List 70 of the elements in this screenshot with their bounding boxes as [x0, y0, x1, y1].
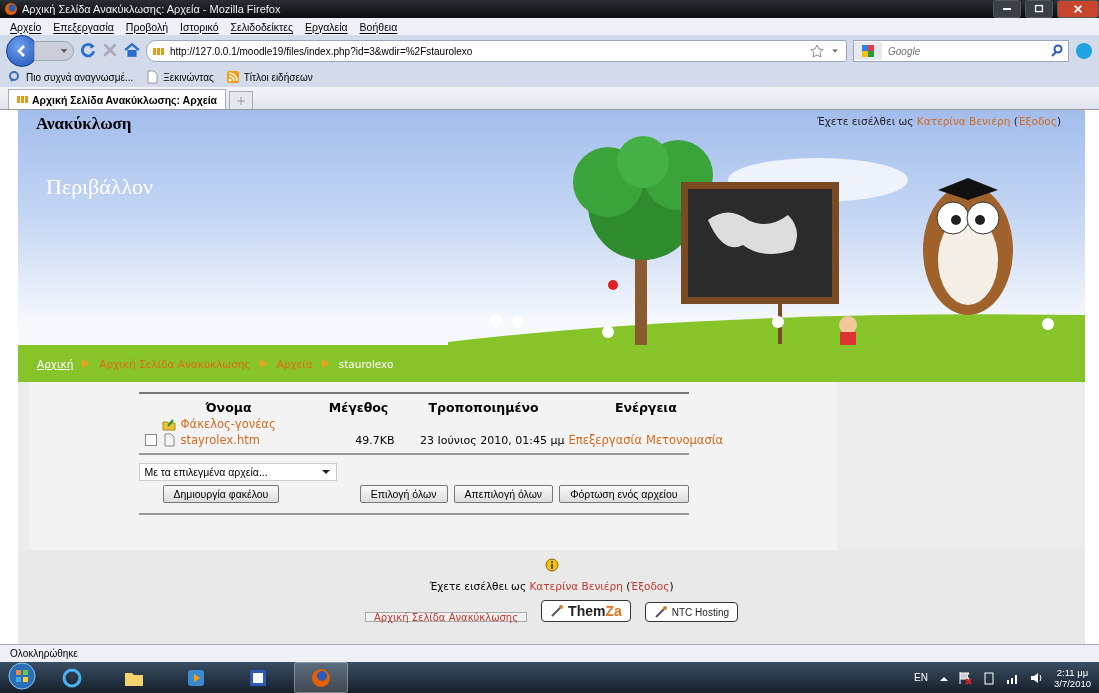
banner-title: Περιβάλλον	[46, 174, 154, 200]
clock-time: 2:11 μμ	[1056, 666, 1089, 678]
login-status-text: Έχετε εισέλθει ως Κατερίνα Βενιέρη (Έξοδος)	[429, 580, 674, 592]
maximize-button[interactable]	[1025, 0, 1053, 18]
sponsor-logo[interactable]: ThemZa	[541, 600, 631, 622]
play-icon	[186, 667, 206, 688]
column-header: Τροποποιημένο	[427, 400, 540, 415]
search-icon	[8, 70, 22, 84]
menu-item[interactable]: Αρχείο	[10, 20, 42, 33]
bookmark-link[interactable]: Τίτλοι ειδήσεων	[225, 70, 313, 84]
page-icon	[145, 70, 160, 84]
action-button[interactable]: Δημιουργία φακέλου	[162, 485, 280, 503]
file-icon	[161, 433, 176, 447]
logout-link[interactable]: Έξοδος	[630, 580, 670, 592]
close-icon	[1072, 3, 1084, 15]
menu-item[interactable]: Επεξεργασία	[53, 20, 114, 33]
bookmark-link[interactable]: Πιο συχνά αναγνωσμέ...	[8, 70, 134, 84]
stop-icon	[102, 41, 118, 58]
search-engine-icon	[861, 44, 875, 58]
maximize-icon	[1033, 3, 1045, 15]
file-modified-date: 23 Ιούνιος 2010, 01:45 μμ	[418, 433, 566, 447]
flag-icon	[958, 670, 972, 685]
column-header: Μέγεθος	[327, 400, 390, 415]
site-name: Ανακύκλωση	[35, 113, 132, 134]
menu-item[interactable]: Σελιδοδείκτες	[230, 20, 293, 33]
wand-icon	[550, 604, 565, 618]
bookmark-link[interactable]: Ξεκινώντας	[145, 70, 214, 84]
feed-icon	[225, 70, 240, 84]
action-button[interactable]: Φόρτωση ενός αρχείου	[559, 485, 689, 503]
login-status-text: Έχετε εισέλθει ως Κατερίνα Βενιέρη (Έξοδος)	[816, 115, 1061, 127]
menu-item[interactable]: Προβολή	[125, 20, 168, 33]
action-button[interactable]: Απεπιλογή όλων	[453, 485, 554, 503]
breadcrumb-arrow-icon	[81, 358, 92, 369]
plus-icon	[236, 95, 247, 106]
user-name-link[interactable]: Κατερίνα Βενιέρη	[529, 580, 623, 592]
document-icon	[248, 667, 268, 688]
breadcrumb-arrow-icon	[258, 358, 269, 369]
breadcrumb-arrow-icon	[320, 358, 331, 369]
folder-up-icon	[161, 417, 176, 431]
search-box[interactable]: Google	[853, 40, 1069, 62]
action-button[interactable]: Επιλογή όλων	[359, 485, 448, 503]
reload-icon	[80, 41, 96, 58]
address-bar[interactable]: http://127.0.0.1/moodle19/files/index.php?id=3&wdir=%2Fstaurolexo	[146, 40, 847, 62]
menu-item[interactable]: Εργαλεία	[304, 20, 348, 33]
minimize-button[interactable]	[993, 0, 1021, 18]
sponsor-logo[interactable]: NTC Hosting	[644, 602, 738, 622]
status-text: Ολοκληρώθηκε	[0, 644, 1099, 662]
file-checkbox[interactable]	[144, 434, 157, 446]
minimize-icon	[1003, 8, 1011, 10]
column-header: Όνομα	[204, 400, 253, 415]
column-header: Ενέργεια	[613, 400, 678, 415]
info-icon	[544, 558, 559, 572]
wand-icon	[653, 605, 668, 619]
search-icon	[1050, 44, 1064, 58]
menu-item[interactable]: Ιστορικό	[180, 20, 219, 33]
close-button[interactable]	[1057, 0, 1099, 18]
start-button[interactable]	[8, 662, 36, 693]
home-icon	[124, 41, 140, 58]
clock-date: 3/7/2010	[1054, 677, 1091, 689]
home-page-link[interactable]: Αρχική Σελίδα Ανακύκλωσης	[364, 612, 528, 622]
star-icon	[810, 44, 824, 58]
file-size: 49.7KB	[354, 433, 396, 447]
language-indicator[interactable]: EN	[914, 672, 928, 683]
caret-icon	[320, 467, 331, 477]
menu-item[interactable]: Βοήθεια	[359, 20, 398, 33]
window-title: Αρχική Σελίδα Ανακύκλωσης: Αρχεία - Mozilla Firefox	[22, 3, 282, 15]
bulk-action-dropdown[interactable]: Με τα επιλεγμένα αρχεία...	[138, 463, 337, 481]
browser-tab[interactable]: Αρχική Σελίδα Ανακύκλωσης: Αρχεία	[8, 89, 227, 109]
breadcrumb-current: staurolexo	[338, 357, 394, 370]
volume-icon	[1030, 670, 1044, 685]
